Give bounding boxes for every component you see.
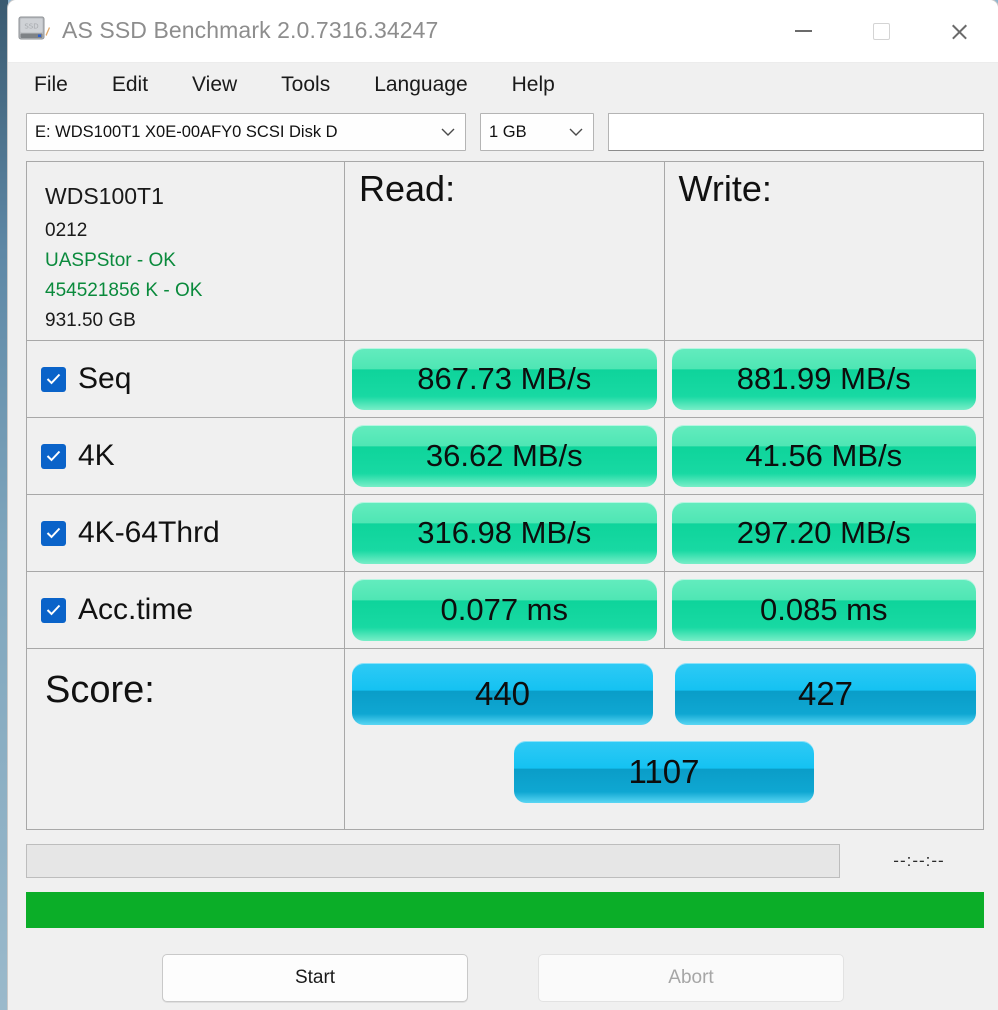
write-cell-acc-time: 0.085 ms: [665, 572, 984, 648]
menu-item-help[interactable]: Help: [508, 70, 559, 100]
read-cell-acc-time: 0.077 ms: [345, 572, 665, 648]
app-window: SSD AS SSD Benchmark 2.0.7316.34247 File…: [8, 0, 998, 1010]
maximize-icon: [872, 22, 890, 40]
write-value-4k: 41.56 MB/s: [671, 425, 976, 487]
test-row-4k-64thrd: 4K-64Thrd 316.98 MB/s 297.20 MB/s: [27, 495, 983, 572]
read-value-4k: 36.62 MB/s: [352, 425, 657, 487]
menu-bar: File Edit View Tools Language Help: [8, 63, 998, 107]
checkbox-4k[interactable]: [41, 443, 66, 469]
drive-select[interactable]: E: WDS100T1 X0E-00AFY0 SCSI Disk D: [26, 113, 466, 151]
menu-item-file[interactable]: File: [30, 70, 72, 100]
menu-item-edit[interactable]: Edit: [108, 70, 152, 100]
menu-item-language[interactable]: Language: [370, 70, 471, 100]
menu-item-view[interactable]: View: [188, 70, 241, 100]
checkbox-4k-64thrd[interactable]: [41, 520, 66, 546]
test-label-cell-acc-time: Acc.time: [27, 572, 345, 648]
drive-select-value: E: WDS100T1 X0E-00AFY0 SCSI Disk D: [35, 122, 338, 141]
progress-bar-fill: [26, 892, 984, 928]
score-row: Score: 440 427 1107: [27, 649, 983, 829]
test-label-cell-4k-64thrd: 4K-64Thrd: [27, 495, 345, 571]
close-icon: [950, 22, 969, 41]
read-value-4k-64thrd: 316.98 MB/s: [352, 502, 657, 564]
write-score-cell: 427: [668, 663, 983, 725]
alignment-status: 454521856 K - OK: [45, 280, 203, 301]
abort-button: Abort: [538, 954, 844, 1002]
minimize-icon: [794, 30, 812, 32]
start-button[interactable]: Start: [162, 954, 468, 1002]
test-name-acc-time: Acc.time: [78, 593, 194, 626]
score-values-area: 440 427 1107: [345, 649, 983, 829]
write-score-value: 427: [675, 663, 976, 725]
read-score-value: 440: [352, 663, 653, 725]
status-message: [26, 844, 840, 878]
write-value-acc-time: 0.085 ms: [671, 579, 976, 641]
read-column-header-cell: Read:: [345, 162, 665, 340]
test-row-seq: Seq 867.73 MB/s 881.99 MB/s: [27, 341, 983, 418]
test-name-seq: Seq: [78, 362, 132, 395]
score-label-cell: Score:: [27, 649, 345, 829]
score-top-row: 440 427: [345, 663, 983, 725]
menu-item-tools[interactable]: Tools: [277, 70, 334, 100]
write-cell-4k-64thrd: 297.20 MB/s: [665, 495, 984, 571]
test-row-4k: 4K 36.62 MB/s 41.56 MB/s: [27, 418, 983, 495]
title-bar: SSD AS SSD Benchmark 2.0.7316.34247: [8, 0, 998, 63]
test-label-cell-4k: 4K: [27, 418, 345, 494]
window-title: AS SSD Benchmark 2.0.7316.34247: [62, 17, 439, 43]
checkbox-acc-time[interactable]: [41, 597, 66, 623]
window-controls: [764, 0, 998, 62]
test-name-4k-64thrd: 4K-64Thrd: [78, 516, 220, 549]
read-cell-4k: 36.62 MB/s: [345, 418, 665, 494]
elapsed-timer: --:--:--: [893, 851, 945, 870]
toolbar: E: WDS100T1 X0E-00AFY0 SCSI Disk D 1 GB: [8, 107, 998, 157]
total-score-value: 1107: [514, 741, 814, 803]
write-cell-4k: 41.56 MB/s: [665, 418, 984, 494]
read-value-acc-time: 0.077 ms: [352, 579, 657, 641]
write-value-4k-64thrd: 297.20 MB/s: [671, 502, 976, 564]
ssd-drive-icon: SSD: [16, 14, 50, 44]
read-cell-4k-64thrd: 316.98 MB/s: [345, 495, 665, 571]
progress-bar: [26, 892, 984, 928]
test-label-cell-seq: Seq: [27, 341, 345, 417]
test-row-acc-time: Acc.time 0.077 ms 0.085 ms: [27, 572, 983, 649]
grid-header-row: WDS100T1 0212 UASPStor - OK 454521856 K …: [27, 162, 983, 341]
log-input[interactable]: [608, 113, 984, 151]
chevron-down-icon: [437, 128, 459, 137]
write-column-header-cell: Write:: [665, 162, 984, 340]
chevron-down-icon: [565, 128, 587, 137]
status-row: --:--:--: [26, 844, 984, 878]
minimize-button[interactable]: [764, 0, 842, 62]
close-button[interactable]: [920, 0, 998, 62]
write-column-header: Write:: [678, 168, 772, 209]
svg-text:SSD: SSD: [24, 23, 38, 31]
results-grid: WDS100T1 0212 UASPStor - OK 454521856 K …: [26, 161, 984, 830]
drive-capacity: 931.50 GB: [45, 310, 136, 331]
score-label: Score:: [45, 669, 155, 711]
write-cell-seq: 881.99 MB/s: [665, 341, 984, 417]
read-score-cell: 440: [345, 663, 660, 725]
test-name-4k: 4K: [78, 439, 115, 472]
maximize-button[interactable]: [842, 0, 920, 62]
read-value-seq: 867.73 MB/s: [352, 348, 657, 410]
drive-model: WDS100T1: [45, 183, 164, 209]
driver-status: UASPStor - OK: [45, 250, 176, 271]
size-select[interactable]: 1 GB: [480, 113, 594, 151]
size-select-value: 1 GB: [489, 122, 527, 141]
action-buttons: Start Abort: [8, 954, 998, 1002]
read-cell-seq: 867.73 MB/s: [345, 341, 665, 417]
drive-info-panel: WDS100T1 0212 UASPStor - OK 454521856 K …: [27, 162, 345, 340]
desktop-background-strip: [0, 0, 8, 1010]
drive-firmware: 0212: [45, 220, 88, 241]
read-column-header: Read:: [359, 168, 456, 209]
checkbox-seq[interactable]: [41, 366, 66, 392]
write-value-seq: 881.99 MB/s: [671, 348, 976, 410]
